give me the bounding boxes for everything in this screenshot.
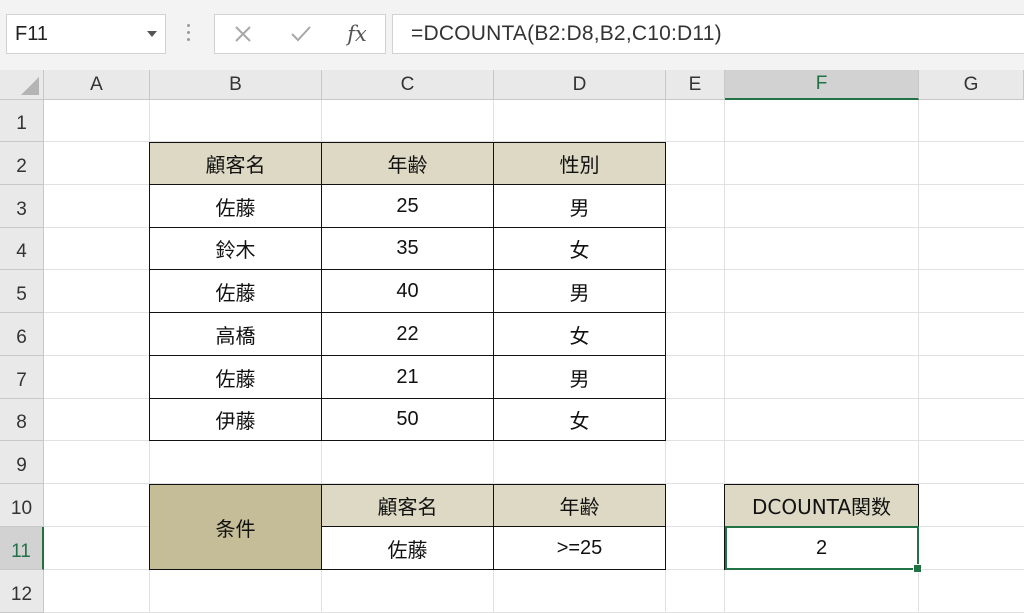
row-header-8[interactable]: 8 [0,399,44,441]
criteria-label-cell[interactable]: 条件 [149,484,322,570]
column-header-a[interactable]: A [44,70,150,100]
name-box-value: F11 [15,23,48,45]
column-header-c[interactable]: C [322,70,494,100]
chevron-down-icon[interactable] [147,31,157,37]
table-cell[interactable]: 佐藤 [149,184,322,228]
spreadsheet-app: F11 fx =DCOUNTA(B2:D8,B2,C10:D11) A B C … [0,0,1024,613]
criteria-value-cell[interactable]: >=25 [493,526,666,570]
row-header-1[interactable]: 1 [0,100,44,142]
column-header-f[interactable]: F [725,70,919,100]
criteria-value-cell[interactable]: 佐藤 [321,526,494,570]
close-icon[interactable] [229,21,257,47]
table-cell[interactable]: 22 [321,312,494,356]
table-cell[interactable]: 伊藤 [149,398,322,441]
grip-icon[interactable] [187,24,191,44]
row-header-11[interactable]: 11 [0,527,44,570]
column-header-b[interactable]: B [150,70,322,100]
table-cell[interactable]: 50 [321,398,494,441]
table-cell[interactable]: 男 [493,355,666,399]
row-header-6[interactable]: 6 [0,313,44,356]
row-header-2[interactable]: 2 [0,142,44,185]
result-header-cell[interactable]: DCOUNTA関数 [724,484,919,527]
row-header-7[interactable]: 7 [0,356,44,399]
column-header-e[interactable]: E [666,70,725,100]
table-cell[interactable]: 25 [321,184,494,228]
table-cell[interactable]: 鈴木 [149,227,322,270]
formula-text: =DCOUNTA(B2:D8,B2,C10:D11) [411,22,722,45]
insert-function-button[interactable]: fx [343,21,371,47]
row-header-9[interactable]: 9 [0,441,44,484]
worksheet-grid: A B C D E F G 1 2 3 4 5 6 7 8 9 10 11 12 [0,70,1024,613]
table-header-cell[interactable]: 性別 [493,142,666,185]
row-header-10[interactable]: 10 [0,484,44,527]
column-header-g[interactable]: G [919,70,1024,100]
table-cell[interactable]: 佐藤 [149,355,322,399]
table-cell[interactable]: 女 [493,227,666,270]
formula-bar: F11 fx =DCOUNTA(B2:D8,B2,C10:D11) [0,0,1024,70]
table-cell[interactable]: 高橋 [149,312,322,356]
formula-buttons: fx [214,14,386,54]
table-header-cell[interactable]: 顧客名 [149,142,322,185]
fx-label: fx [347,22,367,46]
table-cell[interactable]: 40 [321,269,494,313]
result-value-cell[interactable]: 2 [724,526,919,570]
table-cell[interactable]: 女 [493,312,666,356]
criteria-header-cell[interactable]: 年齢 [493,484,666,527]
name-box[interactable]: F11 [6,14,166,54]
row-header-4[interactable]: 4 [0,228,44,270]
check-icon[interactable] [287,21,315,47]
table-cell[interactable]: 佐藤 [149,269,322,313]
row-header-3[interactable]: 3 [0,185,44,228]
column-header-d[interactable]: D [494,70,666,100]
table-cell[interactable]: 女 [493,398,666,441]
table-cell[interactable]: 男 [493,184,666,228]
table-cell[interactable]: 21 [321,355,494,399]
select-all-button[interactable] [0,70,44,100]
criteria-header-cell[interactable]: 顧客名 [321,484,494,527]
formula-input[interactable]: =DCOUNTA(B2:D8,B2,C10:D11) [392,14,1024,54]
table-cell[interactable]: 男 [493,269,666,313]
select-all-icon [21,77,39,95]
table-header-cell[interactable]: 年齢 [321,142,494,185]
row-header-12[interactable]: 12 [0,570,44,613]
table-cell[interactable]: 35 [321,227,494,270]
row-header-5[interactable]: 5 [0,270,44,313]
